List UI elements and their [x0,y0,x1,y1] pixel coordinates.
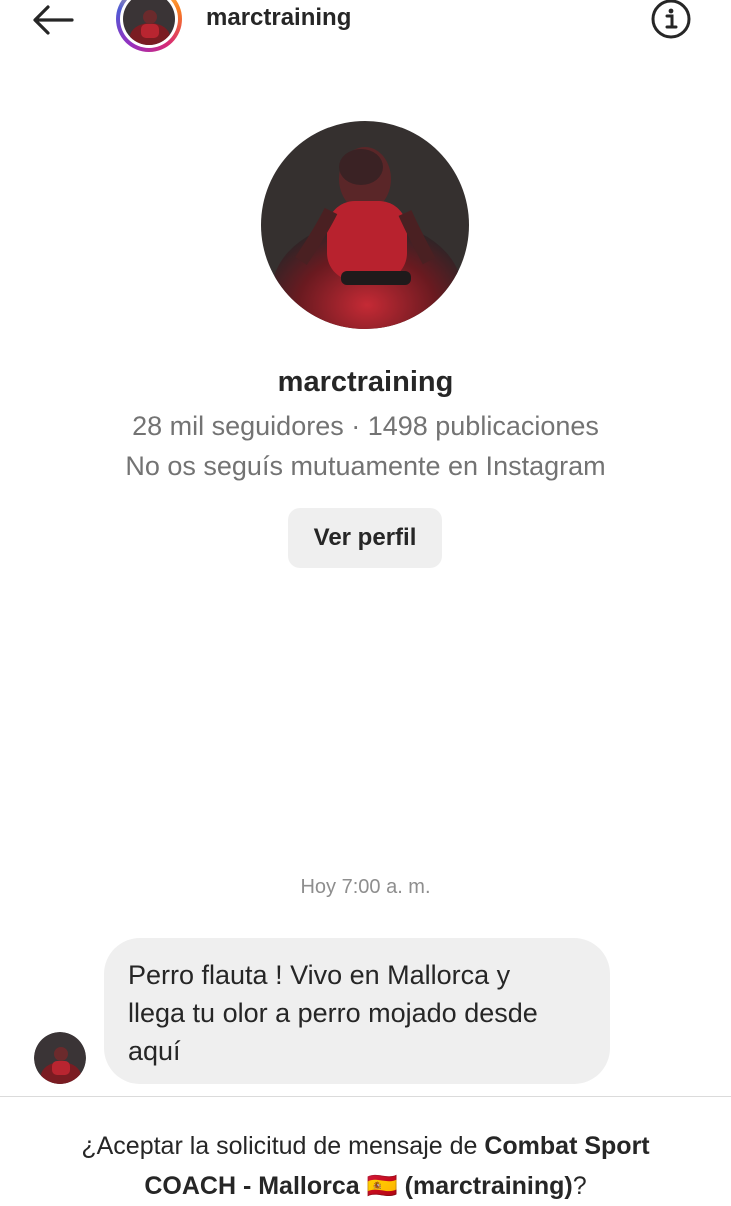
request-suffix: ? [572,1172,587,1200]
header-avatar-photo [123,0,175,45]
divider [0,1096,731,1097]
sender-avatar-photo [34,1032,86,1084]
profile-photo [261,121,469,329]
request-prefix: ¿Aceptar la solicitud de mensaje de [81,1132,485,1160]
profile-mutual-status: No os seguís mutuamente en Instagram [125,451,606,481]
header-avatar[interactable] [116,0,182,52]
view-profile-button[interactable]: Ver perfil [288,508,442,568]
info-icon [651,0,691,39]
message-bubble[interactable]: Perro flauta ! Vivo en Mallorca y llega … [104,938,610,1084]
profile-avatar[interactable] [261,121,469,329]
chat-header: marctraining [0,0,731,60]
back-button[interactable] [30,2,76,38]
profile-username: marctraining [277,366,454,398]
info-button[interactable] [650,0,692,42]
message-text: Perro flauta ! Vivo en Mallorca y llega … [128,960,538,1066]
arrow-left-icon [33,5,74,35]
message-request-prompt: ¿Aceptar la solicitud de mensaje de Comb… [0,1126,731,1206]
message-timestamp: Hoy 7:00 a. m. [300,876,431,898]
header-username[interactable]: marctraining [206,4,351,32]
sender-avatar[interactable] [34,1032,86,1084]
profile-stats: 28 mil seguidores · 1498 publicaciones [132,411,599,441]
